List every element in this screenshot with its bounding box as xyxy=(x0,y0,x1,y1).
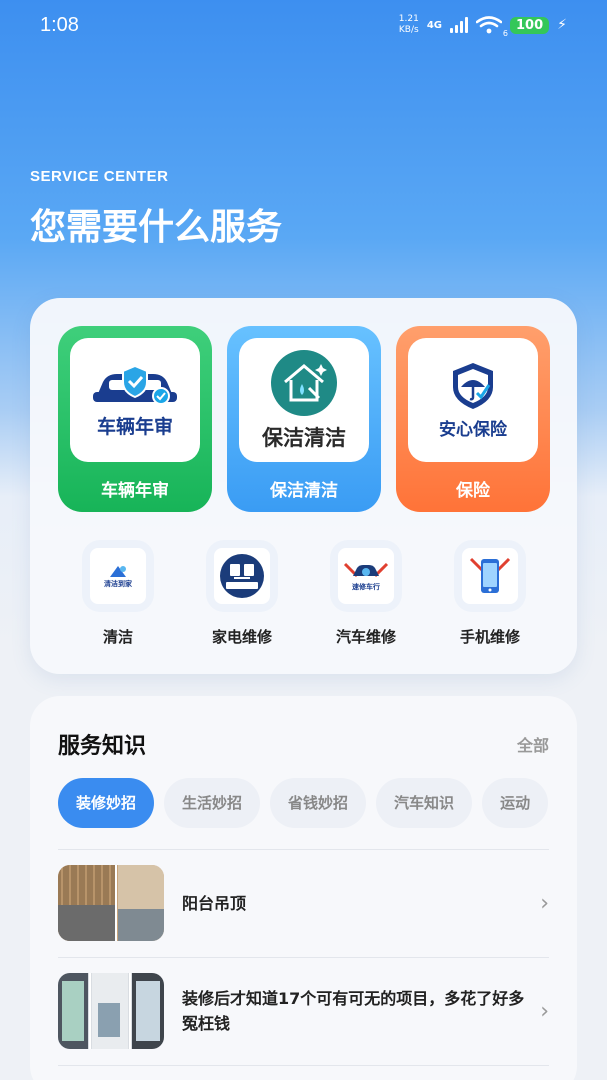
tab-money-saving-tips[interactable]: 省钱妙招 xyxy=(270,778,367,828)
insurance-label: 保险 xyxy=(456,481,490,501)
vehicle-inspection-label: 车辆年审 xyxy=(101,481,169,501)
appliance-repair-icon xyxy=(214,548,270,604)
phone-wrench-icon xyxy=(462,548,518,604)
divider xyxy=(58,849,549,850)
car-repair-icon-wrap: 速修车行 xyxy=(330,540,402,612)
divider xyxy=(58,1065,549,1066)
chevron-right-icon: › xyxy=(540,998,549,1024)
article-thumbnail xyxy=(58,973,164,1049)
wifi-icon: 6 xyxy=(475,16,508,38)
insurance-logo-text: 安心保险 xyxy=(439,419,507,440)
sub-service-car-repair[interactable]: 速修车行 汽车维修 xyxy=(306,540,426,647)
services-card: 车辆年审 车辆年审 保洁清洁 保洁清洁 安心保险 保险 清洁到家 清洁 家电维修… xyxy=(30,298,577,674)
hero-title: 您需要什么服务 xyxy=(30,207,283,248)
knowledge-all-link[interactable]: 全部 xyxy=(517,732,549,756)
car-wrench-icon: 速修车行 xyxy=(338,548,394,604)
sub-service-cleaning[interactable]: 清洁到家 清洁 xyxy=(58,540,178,647)
article-item[interactable]: 装修后才知道17个可有可无的项目，多花了好多冤枉钱 › xyxy=(58,971,549,1051)
signal-icon xyxy=(450,17,469,33)
sub-service-cleaning-label: 清洁 xyxy=(102,628,133,646)
article-title: 阳台吊顶 xyxy=(182,893,247,913)
article-thumbnail xyxy=(58,865,164,941)
article-item[interactable]: 阳台吊顶 › xyxy=(58,863,549,943)
cleaning-icon-wrap: 清洁到家 xyxy=(82,540,154,612)
network-speed: 1.21 KB/s xyxy=(398,14,419,35)
divider xyxy=(58,957,549,958)
status-icons: 1.21 KB/s 4G 6 100 ⚡ xyxy=(398,14,567,38)
vehicle-inspection-logo: 车辆年审 xyxy=(70,338,200,462)
knowledge-title: 服务知识 xyxy=(58,734,147,759)
service-insurance[interactable]: 安心保险 保险 xyxy=(396,326,550,512)
service-cleaning[interactable]: 保洁清洁 保洁清洁 xyxy=(227,326,381,512)
tab-decoration-tips[interactable]: 装修妙招 xyxy=(58,778,155,828)
cleaning-label: 保洁清洁 xyxy=(270,481,338,501)
charging-icon: ⚡ xyxy=(557,17,567,33)
tab-sports[interactable]: 运动 xyxy=(482,778,549,828)
wifi-level: 6 xyxy=(502,29,509,38)
sub-service-appliance-repair[interactable]: 家电维修 xyxy=(182,540,302,647)
knowledge-tabs: 装修妙招 生活妙招 省钱妙招 汽车知识 运动 xyxy=(58,778,549,828)
chevron-right-icon: › xyxy=(540,890,549,916)
car-shield-icon xyxy=(93,364,177,405)
status-bar: 1:08 1.21 KB/s 4G 6 100 ⚡ xyxy=(0,0,607,52)
hero-subtitle: SERVICE CENTER xyxy=(30,168,169,185)
service-vehicle-inspection[interactable]: 车辆年审 车辆年审 xyxy=(58,326,212,512)
sub-service-appliance-repair-label: 家电维修 xyxy=(211,628,272,646)
insurance-logo: 安心保险 xyxy=(408,338,538,462)
umbrella-shield-icon xyxy=(453,362,493,409)
home-cleaning-icon: 清洁到家 xyxy=(90,548,146,604)
cleaning-logo-text: 保洁清洁 xyxy=(262,426,346,450)
battery-indicator: 100 xyxy=(510,16,550,34)
tab-life-tips[interactable]: 生活妙招 xyxy=(164,778,261,828)
tab-car-knowledge[interactable]: 汽车知识 xyxy=(376,778,473,828)
phone-repair-icon-wrap xyxy=(454,540,526,612)
sub-service-car-repair-label: 汽车维修 xyxy=(335,628,396,646)
status-time: 1:08 xyxy=(40,14,79,36)
cleaning-logo: 保洁清洁 xyxy=(239,338,369,462)
sub-service-phone-repair[interactable]: 手机维修 xyxy=(430,540,550,647)
knowledge-card: 服务知识 全部 装修妙招 生活妙招 省钱妙招 汽车知识 运动 阳台吊顶 › 装修… xyxy=(30,696,577,1080)
sub-service-phone-repair-label: 手机维修 xyxy=(459,628,520,646)
appliance-repair-icon-wrap xyxy=(206,540,278,612)
article-title: 装修后才知道17个可有可无的项目，多花了好多冤枉钱 xyxy=(182,989,525,1033)
house-cleaning-icon xyxy=(271,350,337,416)
network-type: 4G xyxy=(426,19,443,31)
vehicle-inspection-logo-text: 车辆年审 xyxy=(96,415,173,438)
